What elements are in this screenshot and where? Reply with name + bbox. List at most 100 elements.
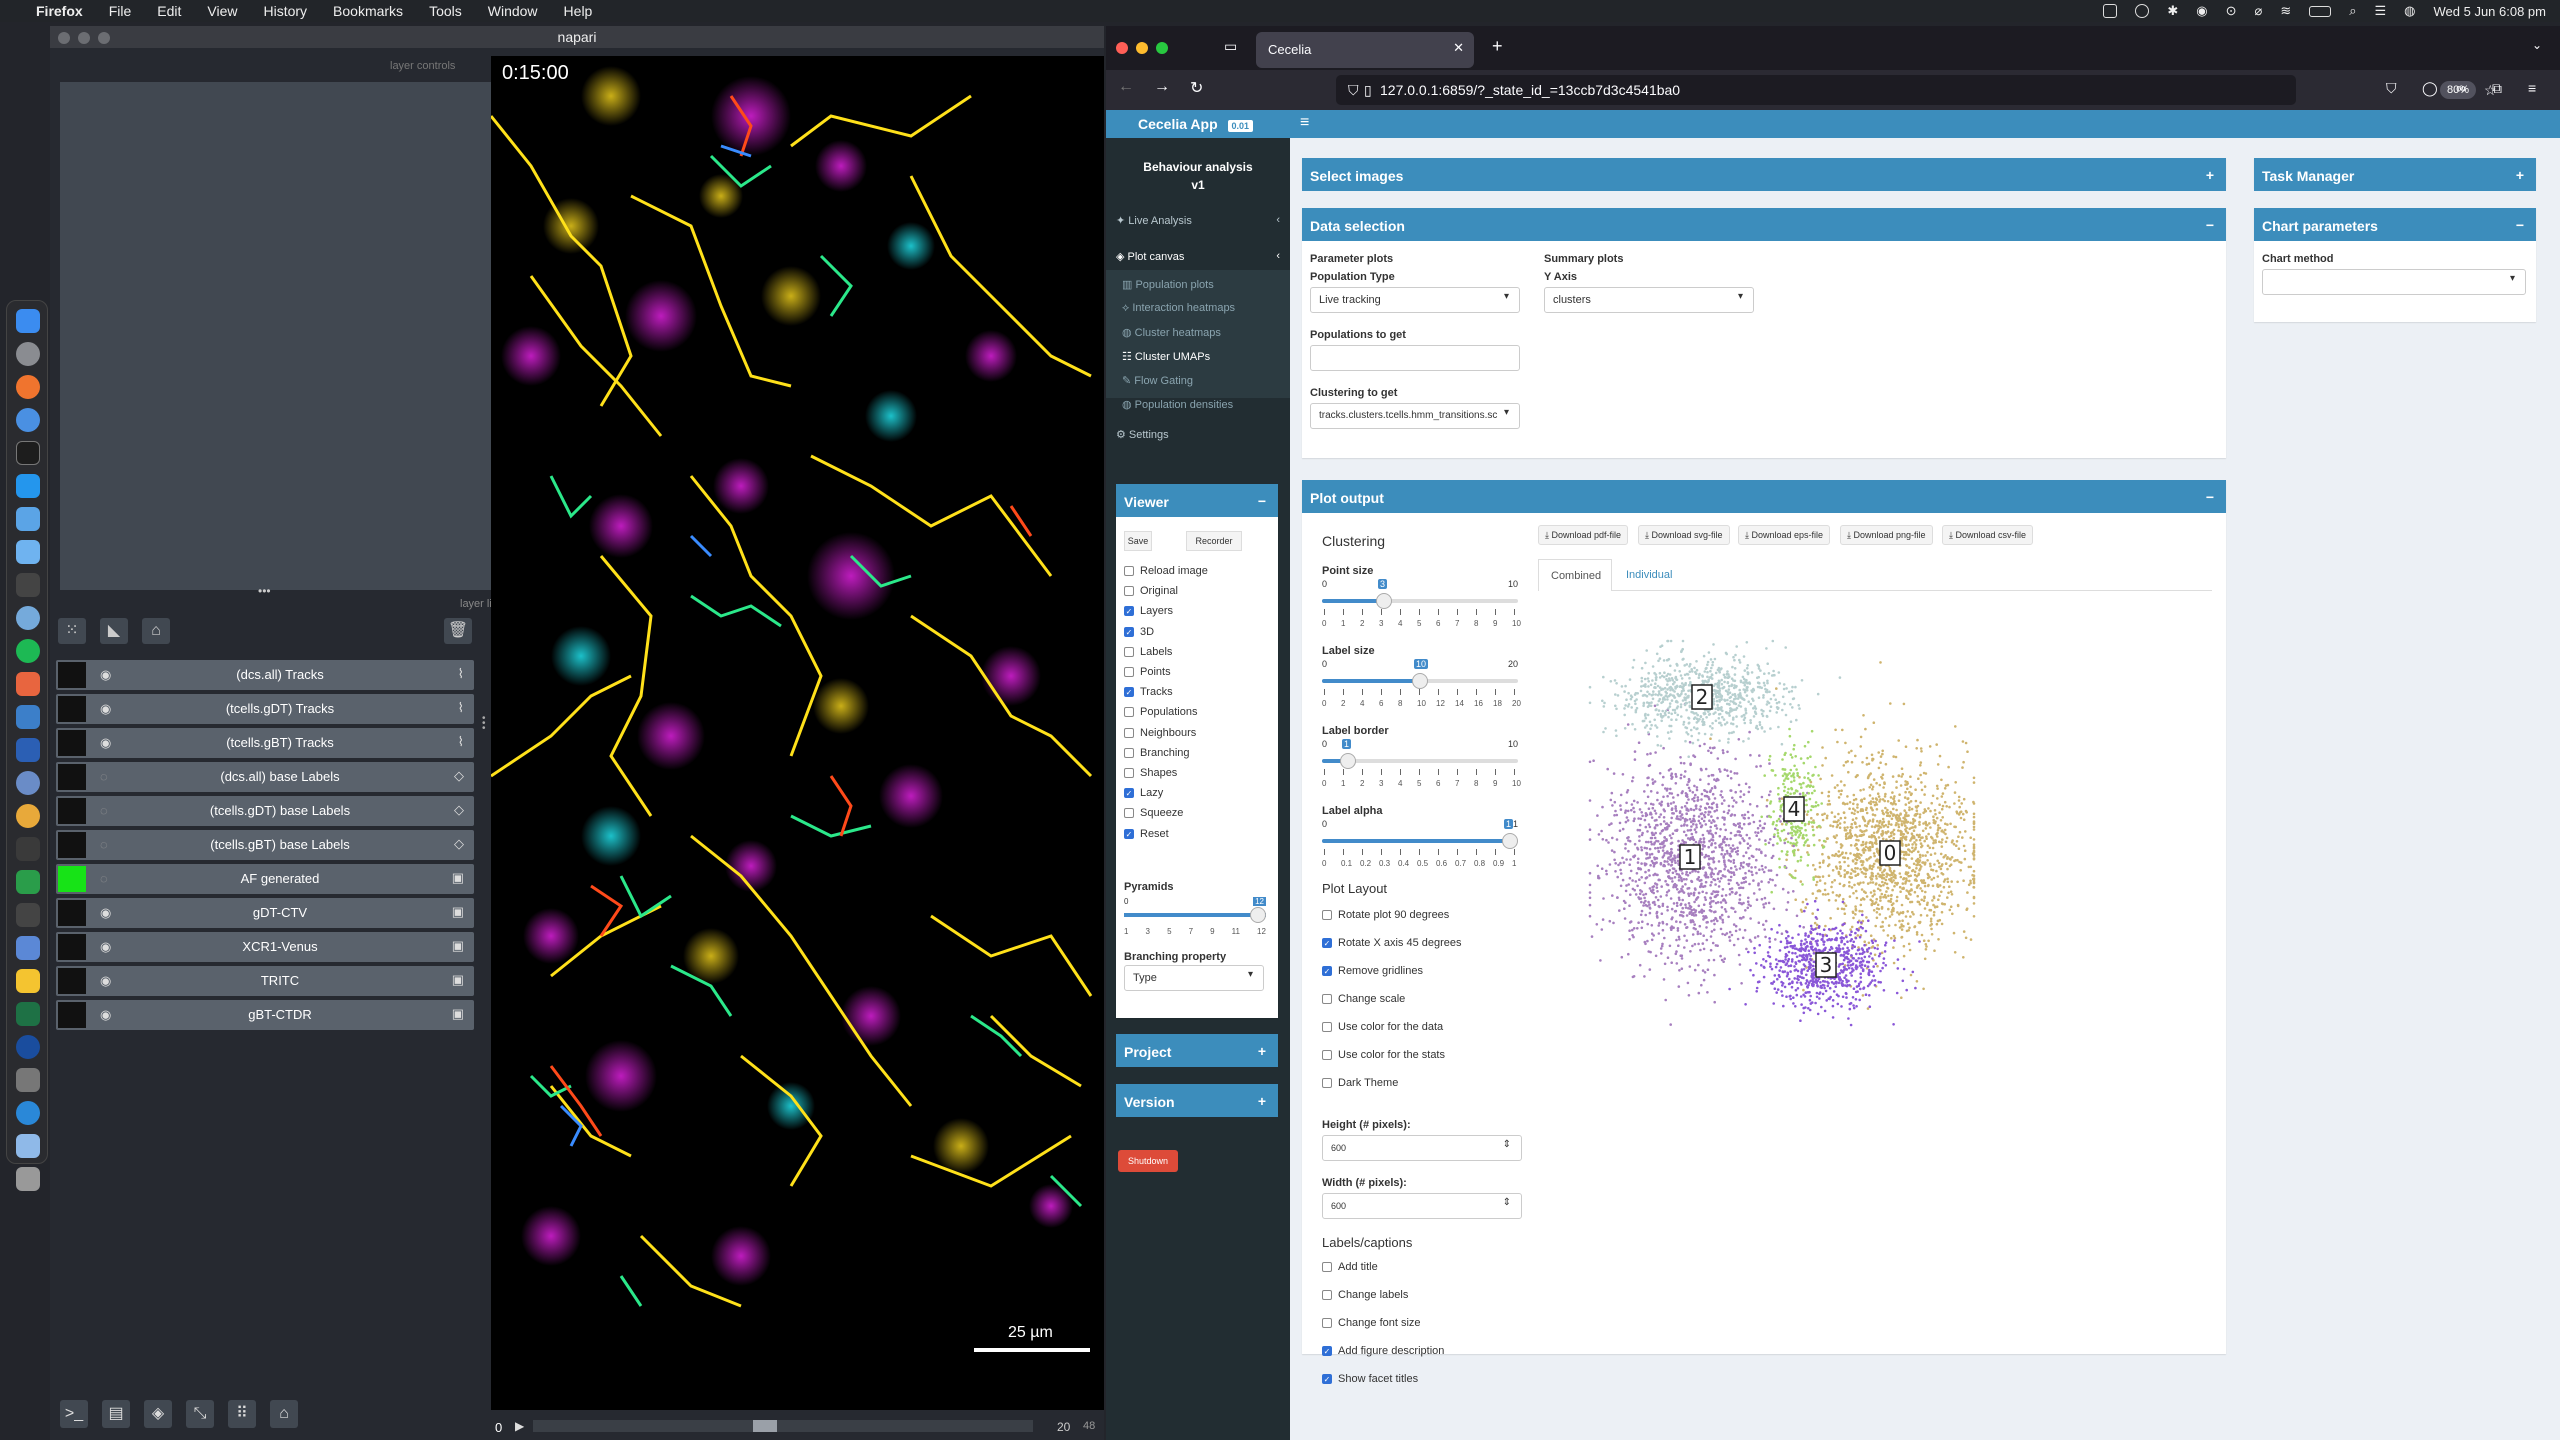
pocket-icon[interactable]: ⛉ bbox=[2386, 80, 2397, 97]
wifi-icon[interactable]: ≋ bbox=[2280, 3, 2291, 19]
checkbox-unchecked-icon[interactable] bbox=[1124, 768, 1134, 778]
project-box-header[interactable]: Project + bbox=[1116, 1037, 1278, 1067]
nav-flow-gating[interactable]: ✎ Flow Gating bbox=[1122, 374, 1193, 387]
nav-population-densities[interactable]: ◍ Population densities bbox=[1122, 398, 1233, 411]
app3-icon[interactable] bbox=[16, 837, 40, 861]
checkbox-unchecked-icon[interactable] bbox=[1124, 747, 1134, 758]
clustering-select[interactable]: tracks.clusters.tcells.hmm_transitions.s… bbox=[1310, 403, 1520, 429]
app2-icon[interactable] bbox=[16, 804, 40, 828]
nosync-tray-icon[interactable]: ⌀ bbox=[2254, 3, 2262, 19]
new-labels-layer-button[interactable]: ⌂ bbox=[142, 618, 170, 644]
extension-icon[interactable]: ∞ bbox=[2456, 80, 2466, 96]
branching-select[interactable]: Type ▾ bbox=[1124, 965, 1264, 991]
tab-combined[interactable]: Combined bbox=[1538, 559, 1612, 591]
layer-row[interactable]: ◉ gBT-CTDR ▣ bbox=[56, 1000, 474, 1030]
menu-tools[interactable]: Tools bbox=[429, 3, 462, 19]
folder-icon[interactable] bbox=[16, 1134, 40, 1158]
slider-current-value[interactable]: 0 bbox=[495, 1420, 502, 1435]
checkbox-option[interactable]: Change scale bbox=[1322, 993, 1405, 1005]
nav-population-plots[interactable]: ▥ Population plots bbox=[1122, 278, 1214, 291]
checkbox-option[interactable]: ✓ Tracks bbox=[1124, 686, 1173, 698]
back-icon[interactable]: ← bbox=[1118, 78, 1134, 96]
list-tabs-icon[interactable]: ⌄ bbox=[2532, 38, 2542, 52]
close-window-icon[interactable] bbox=[58, 32, 70, 44]
checkbox-unchecked-icon[interactable] bbox=[1322, 1318, 1332, 1328]
download-button[interactable]: ⤓ Download csv-file bbox=[1942, 525, 2034, 545]
download-button[interactable]: ⤓ Download svg-file bbox=[1638, 525, 1730, 545]
checkbox-unchecked-icon[interactable] bbox=[1322, 994, 1332, 1004]
checkbox-unchecked-icon[interactable] bbox=[1322, 1078, 1332, 1088]
eye-icon[interactable]: ◉ bbox=[100, 905, 111, 921]
eye-icon[interactable]: ◉ bbox=[100, 939, 111, 955]
layer-row[interactable]: ◉ XCR1-Venus ▣ bbox=[56, 932, 474, 962]
collapse-icon[interactable]: − bbox=[2206, 489, 2214, 505]
ndisplay-button[interactable]: ▤ bbox=[102, 1400, 130, 1428]
menu-bookmarks[interactable]: Bookmarks bbox=[333, 3, 403, 19]
settings-icon[interactable] bbox=[16, 342, 40, 366]
spotlight-icon[interactable]: ⌕ bbox=[2349, 3, 2356, 19]
search-tray-icon[interactable]: ◉ bbox=[2196, 3, 2207, 19]
url-text[interactable]: 127.0.0.1:6859/?_state_id_=13ccb7d3c4541… bbox=[1380, 82, 1680, 98]
checkbox-unchecked-icon[interactable] bbox=[1124, 586, 1134, 597]
width-input[interactable]: 600 ⇕ bbox=[1322, 1193, 1522, 1219]
image-canvas[interactable] bbox=[489, 56, 1104, 1410]
checkbox-checked-icon[interactable]: ✓ bbox=[1124, 626, 1134, 637]
home-button[interactable]: ⌂ bbox=[270, 1400, 298, 1428]
pyramids-knob[interactable] bbox=[1250, 907, 1266, 923]
nav-live-analysis[interactable]: ✦ Live Analysis ‹ bbox=[1116, 214, 1280, 227]
checkbox-unchecked-icon[interactable] bbox=[1322, 1290, 1332, 1300]
control-center-icon[interactable]: ☰ bbox=[2375, 3, 2387, 19]
checkbox-option[interactable]: Shapes bbox=[1124, 767, 1177, 779]
plot-output-header[interactable]: Plot output − bbox=[1302, 483, 2226, 513]
populations-input[interactable] bbox=[1310, 345, 1520, 371]
checkbox-unchecked-icon[interactable] bbox=[1124, 667, 1134, 677]
sidebar-toggle-icon[interactable]: ≡ bbox=[1300, 114, 1309, 132]
chat-tray-icon[interactable] bbox=[2135, 4, 2150, 18]
layer-row[interactable]: ◉ (tcells.gBT) Tracks ⌇ bbox=[56, 728, 474, 758]
splitter-handle[interactable]: ••• bbox=[258, 584, 271, 598]
app7-icon[interactable] bbox=[16, 1035, 40, 1059]
play-icon[interactable]: ▶ bbox=[515, 1419, 524, 1433]
checkbox-unchecked-icon[interactable] bbox=[1322, 1050, 1332, 1060]
eye-icon[interactable]: ◉ bbox=[100, 667, 111, 683]
app-icon[interactable] bbox=[16, 771, 40, 795]
close-window-icon[interactable] bbox=[1116, 42, 1128, 54]
checkbox-option[interactable]: Reload image bbox=[1124, 565, 1208, 577]
new-points-layer-button[interactable]: ⁙ bbox=[58, 618, 86, 644]
checkbox-option[interactable]: Points bbox=[1124, 666, 1171, 678]
nav-cluster-heatmaps[interactable]: ◍ Cluster heatmaps bbox=[1122, 326, 1221, 339]
preview-icon[interactable] bbox=[16, 507, 40, 531]
app-tray-icon[interactable]: ✱ bbox=[2167, 3, 2178, 19]
select-images-header[interactable]: Select images + bbox=[1302, 161, 2226, 191]
record-tray-icon[interactable]: ⊙ bbox=[2226, 3, 2237, 19]
slider-knob[interactable] bbox=[1412, 673, 1428, 689]
app5-icon[interactable] bbox=[16, 903, 40, 927]
data-selection-header[interactable]: Data selection − bbox=[1302, 211, 2226, 241]
version-box-header[interactable]: Version + bbox=[1116, 1087, 1278, 1117]
tab-individual[interactable]: Individual bbox=[1626, 569, 1672, 581]
checkbox-option[interactable]: ✓ Remove gridlines bbox=[1322, 965, 1423, 977]
url-bar[interactable]: ⛉ ▯ 127.0.0.1:6859/?_state_id_=13ccb7d3c… bbox=[1336, 75, 2497, 105]
checkbox-option[interactable]: Populations bbox=[1124, 706, 1198, 718]
checkbox-option[interactable]: ✓ Rotate X axis 45 degrees bbox=[1322, 937, 1462, 949]
finder-icon[interactable] bbox=[16, 309, 40, 333]
layer-row[interactable]: ◌ (dcs.all) base Labels ◇ bbox=[56, 762, 474, 792]
layer-row[interactable]: ◌ (tcells.gBT) base Labels ◇ bbox=[56, 830, 474, 860]
checkbox-unchecked-icon[interactable] bbox=[1322, 910, 1332, 920]
checkbox-option[interactable]: Change labels bbox=[1322, 1289, 1408, 1301]
download-button[interactable]: ⤓ Download png-file bbox=[1840, 525, 1933, 545]
word-icon[interactable] bbox=[16, 738, 40, 762]
recorder-button[interactable]: Recorder bbox=[1186, 531, 1242, 551]
population-type-select[interactable]: Live tracking ▾ bbox=[1310, 287, 1520, 313]
collapse-icon[interactable]: − bbox=[2206, 217, 2214, 233]
layer-row[interactable]: ◉ gDT-CTV ▣ bbox=[56, 898, 474, 928]
trash-icon[interactable] bbox=[16, 1167, 40, 1191]
firefox-icon[interactable] bbox=[16, 375, 40, 399]
minimize-window-icon[interactable] bbox=[1136, 42, 1148, 54]
zoom-window-icon[interactable] bbox=[1156, 42, 1168, 54]
transpose-button[interactable]: ⤡ bbox=[186, 1400, 214, 1428]
safari-icon[interactable] bbox=[16, 1101, 40, 1125]
checkbox-checked-icon[interactable]: ✓ bbox=[1322, 1374, 1332, 1384]
launchpad-icon[interactable] bbox=[16, 573, 40, 597]
menu-help[interactable]: Help bbox=[564, 3, 593, 19]
